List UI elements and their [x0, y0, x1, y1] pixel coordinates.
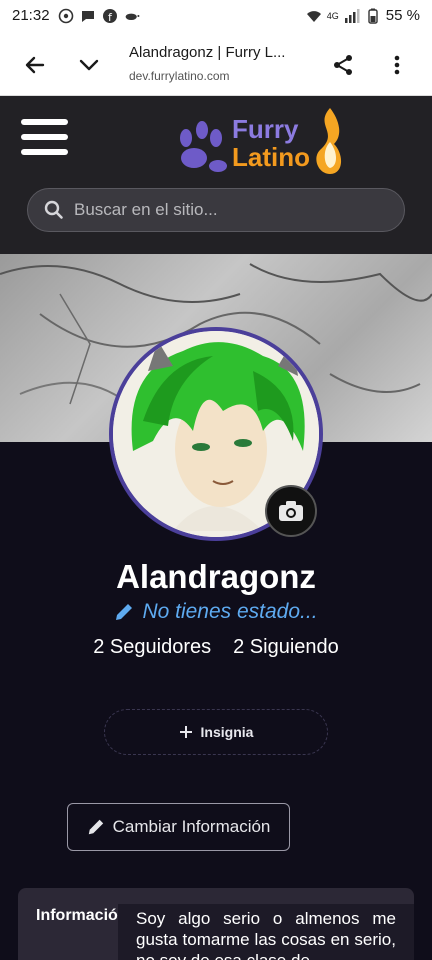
more-vertical-icon: [394, 55, 400, 75]
menu-icon-bar: [21, 134, 68, 140]
status-time: 21:32: [12, 7, 50, 24]
chevron-down-icon: [79, 59, 99, 71]
pencil-icon: [116, 604, 133, 620]
change-avatar-button[interactable]: [265, 485, 317, 537]
network-type: 4G: [326, 10, 339, 21]
browser-url[interactable]: dev.furrylatino.com: [129, 69, 229, 83]
search-bar[interactable]: Buscar en el sitio...: [27, 188, 405, 232]
profile-username: Alandragonz: [116, 558, 316, 595]
whatsapp-icon: [58, 8, 74, 24]
signal-icon: [344, 8, 360, 23]
follow-stats: 2 Seguidores 2 Siguiendo: [0, 636, 432, 659]
search-placeholder: Buscar en el sitio...: [74, 200, 218, 219]
site-header: Furry Latino Buscar en el sitio...: [0, 96, 432, 254]
chat-bubble-icon: [82, 11, 94, 22]
browser-toolbar: Alandragonz | Furry L... dev.furrylatino…: [0, 34, 432, 96]
share-button[interactable]: [326, 48, 360, 82]
flame-icon: [316, 108, 342, 174]
site-logo[interactable]: Furry Latino: [178, 106, 348, 178]
menu-icon-bar: [21, 149, 68, 155]
search-icon: [44, 200, 63, 219]
cloud-icon: [125, 13, 140, 20]
wifi-icon: [306, 10, 321, 22]
pencil-icon: [88, 819, 103, 835]
more-options-button[interactable]: [380, 48, 414, 82]
logo-text-furry: Furry: [232, 114, 299, 144]
menu-icon-bar: [21, 119, 68, 125]
battery-icon: [368, 8, 378, 24]
plus-icon: [179, 726, 192, 738]
edit-info-label: Cambiar Información: [112, 817, 271, 836]
system-status-bar: 21:32 f 4G 55 %: [0, 0, 432, 34]
browser-page-title[interactable]: Alandragonz | Furry L...: [129, 44, 285, 61]
profile-status-text: No tienes estado...: [142, 600, 318, 623]
followers-link[interactable]: 2 Seguidores: [93, 636, 211, 659]
add-badge-button[interactable]: Insignia: [104, 709, 328, 755]
add-badge-label: Insignia: [200, 724, 254, 740]
facebook-icon: f: [103, 9, 117, 24]
info-bio: Soy algo serio o almenos me gusta tomarm…: [118, 904, 414, 960]
edit-info-button[interactable]: Cambiar Información: [67, 803, 290, 851]
menu-button[interactable]: [21, 119, 69, 157]
info-card: Información Soy algo serio o almenos me …: [18, 888, 414, 960]
battery-level: 55 %: [385, 7, 420, 24]
paw-print-icon: [180, 121, 227, 172]
logo-text-latino: Latino: [232, 142, 310, 172]
collapse-button[interactable]: [72, 48, 106, 82]
back-button[interactable]: [18, 48, 52, 82]
arrow-left-icon: [25, 56, 45, 74]
profile-status[interactable]: No tienes estado...: [0, 600, 432, 624]
info-label: Información: [36, 907, 128, 924]
following-link[interactable]: 2 Siguiendo: [233, 636, 339, 659]
camera-icon: [279, 501, 303, 521]
share-icon: [334, 55, 352, 75]
